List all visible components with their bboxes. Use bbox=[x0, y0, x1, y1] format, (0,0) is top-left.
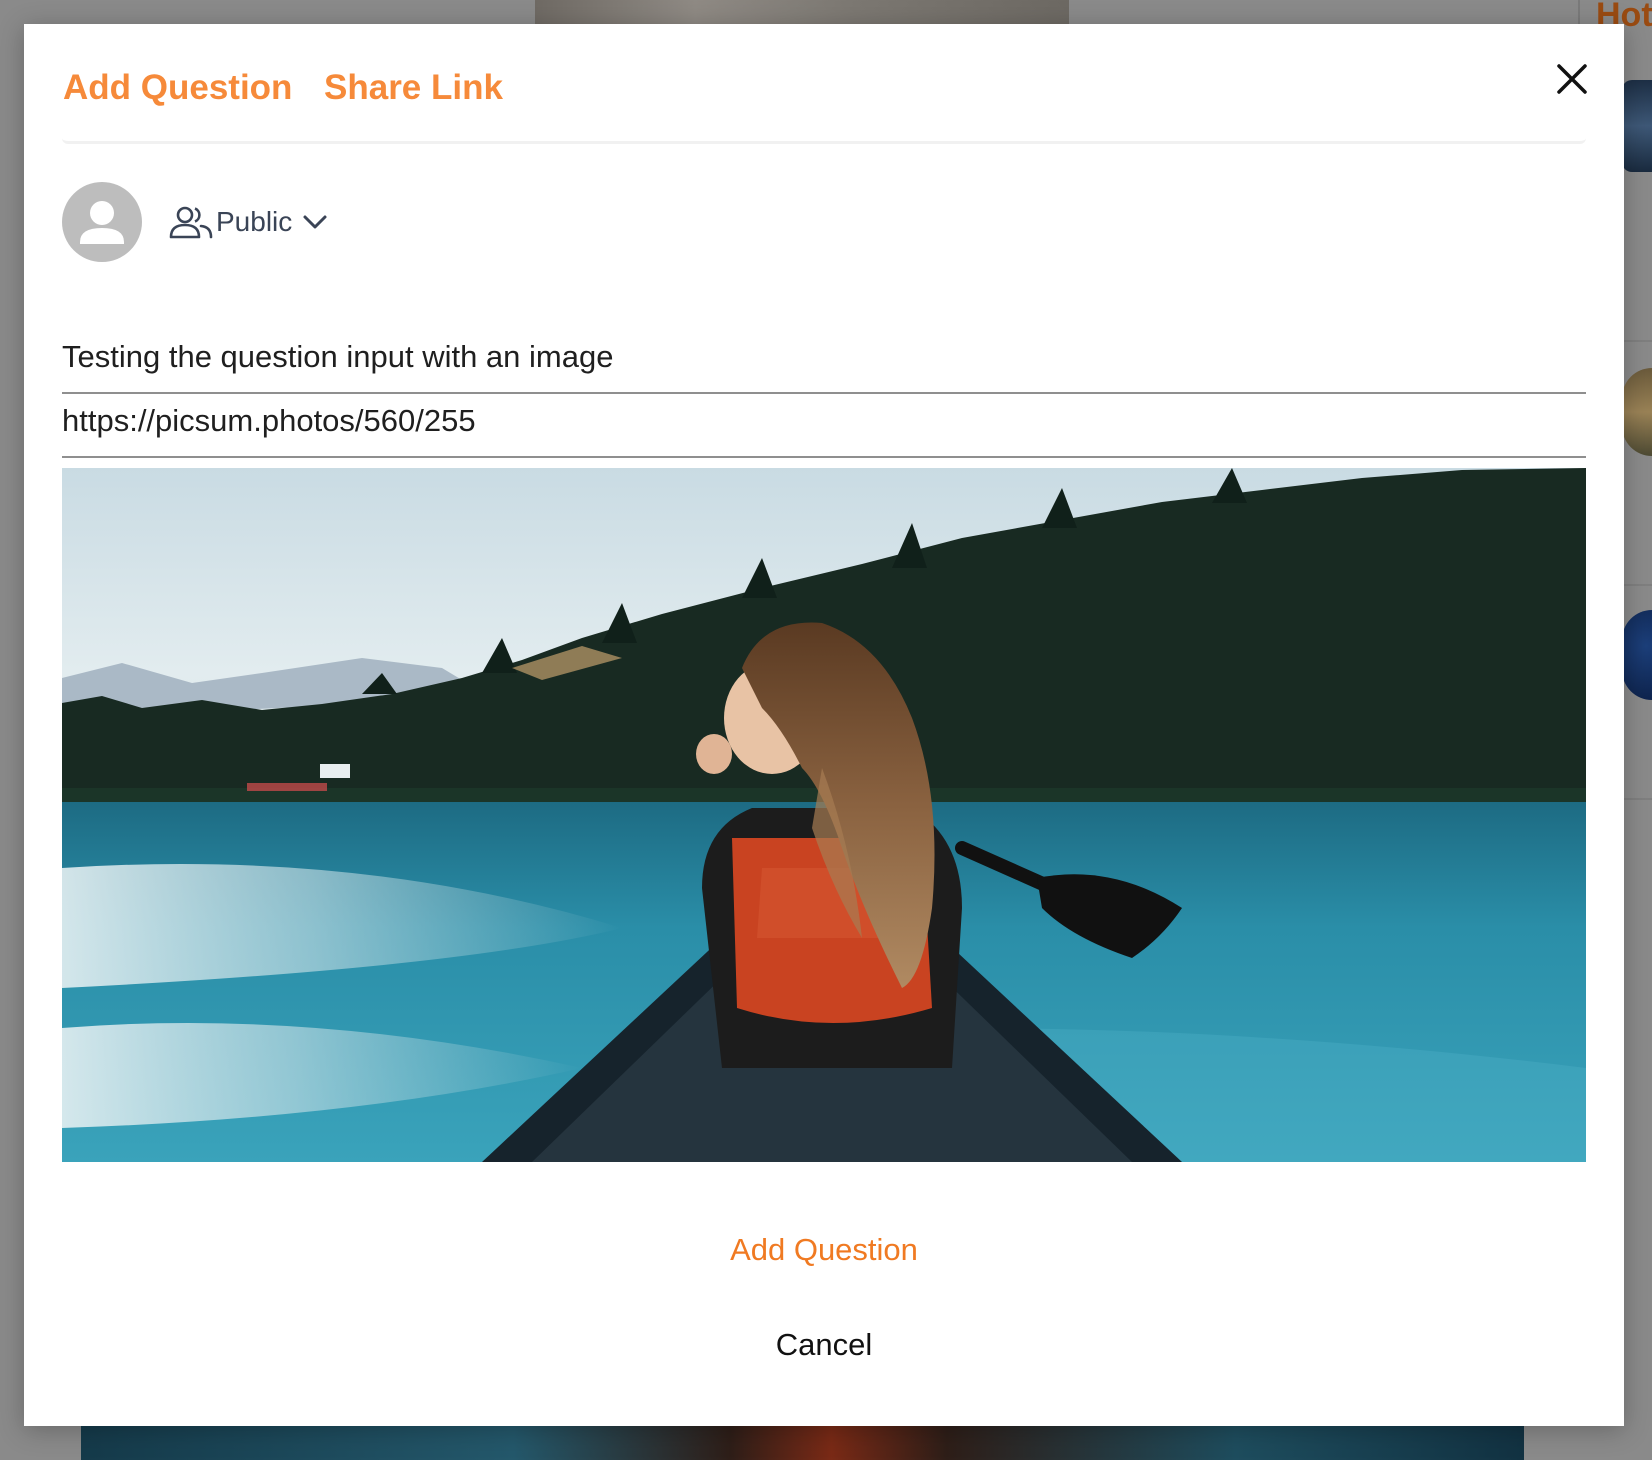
modal-tab-bar: Add Question Share Link bbox=[62, 68, 1586, 144]
add-question-button[interactable]: Add Question bbox=[24, 1232, 1624, 1268]
add-question-modal: Add Question Share Link Public Testing t… bbox=[24, 24, 1624, 1426]
background-sidebar-thumbnail bbox=[1622, 80, 1652, 172]
question-input[interactable] bbox=[62, 334, 1586, 394]
tab-add-question[interactable]: Add Question bbox=[63, 68, 292, 108]
tab-share-link[interactable]: Share Link bbox=[324, 68, 503, 108]
avatar bbox=[62, 182, 142, 262]
close-icon bbox=[1557, 64, 1587, 94]
chevron-down-icon bbox=[303, 215, 327, 229]
background-post-image bbox=[81, 1425, 1524, 1460]
background-sidebar-thumbnail bbox=[1622, 610, 1652, 700]
privacy-dropdown[interactable]: Public bbox=[168, 202, 328, 242]
user-avatar-icon bbox=[80, 201, 124, 244]
cancel-button[interactable]: Cancel bbox=[24, 1327, 1624, 1363]
author-row: Public bbox=[62, 182, 462, 262]
background-post-image bbox=[535, 0, 1069, 24]
privacy-label: Public bbox=[216, 206, 293, 237]
close-button[interactable] bbox=[1553, 60, 1591, 98]
background-sidebar-thumbnail bbox=[1622, 368, 1652, 456]
image-url-input[interactable] bbox=[62, 398, 1586, 458]
image-preview bbox=[62, 468, 1586, 1162]
people-icon bbox=[169, 206, 213, 239]
preview-image bbox=[62, 468, 1586, 1162]
